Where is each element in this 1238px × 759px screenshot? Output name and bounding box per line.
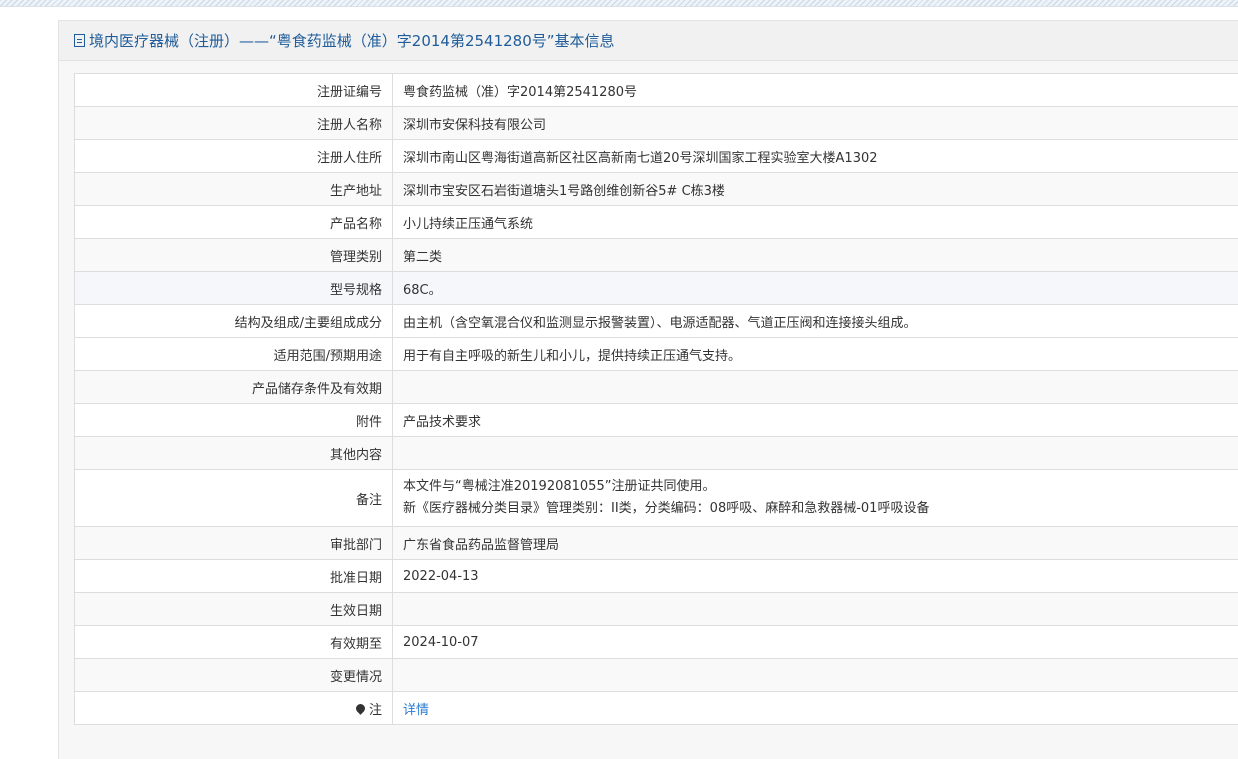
page-title: 境内医疗器械（注册）——“粤食药监械（准）字2014第2541280号”基本信息	[89, 32, 615, 50]
row-value: 产品技术要求	[392, 403, 1238, 437]
row-value	[392, 658, 1238, 692]
row-label: 审批部门	[74, 526, 393, 560]
row-label: 注册人名称	[74, 106, 393, 140]
table-row: 附件 产品技术要求	[74, 403, 1238, 437]
row-value: 深圳市宝安区石岩街道塘头1号路创维创新谷5# C栋3楼	[392, 172, 1238, 206]
row-value: 2022-04-13	[392, 559, 1238, 593]
info-table: 注册证编号 粤食药监械（准）字2014第2541280号 注册人名称 深圳市安保…	[74, 73, 1238, 725]
row-value: 广东省食品药品监督管理局	[392, 526, 1238, 560]
row-value: 用于有自主呼吸的新生儿和小儿，提供持续正压通气支持。	[392, 337, 1238, 371]
row-value	[392, 370, 1238, 404]
table-row: 备注 本文件与“粤械注准20192081055”注册证共同使用。 新《医疗器械分…	[74, 469, 1238, 527]
row-label: 产品储存条件及有效期	[74, 370, 393, 404]
row-value: 详情	[392, 691, 1238, 725]
row-label: 注册人住所	[74, 139, 393, 173]
row-label: 注册证编号	[74, 73, 393, 107]
table-row: 生效日期	[74, 592, 1238, 626]
row-value: 粤食药监械（准）字2014第2541280号	[392, 73, 1238, 107]
table-row: 有效期至 2024-10-07	[74, 625, 1238, 659]
row-label: 注	[74, 691, 393, 725]
row-label: 管理类别	[74, 238, 393, 272]
row-value	[392, 592, 1238, 626]
row-label: 变更情况	[74, 658, 393, 692]
row-value: 小儿持续正压通气系统	[392, 205, 1238, 239]
table-row: 管理类别 第二类	[74, 238, 1238, 272]
table-row: 型号规格 68C。	[74, 271, 1238, 305]
remark-line-1: 本文件与“粤械注准20192081055”注册证共同使用。	[403, 479, 716, 494]
row-value: 由主机（含空氧混合仪和监测显示报警装置）、电源适配器、气道正压阀和连接接头组成。	[392, 304, 1238, 338]
table-row: 结构及组成/主要组成成分 由主机（含空氧混合仪和监测显示报警装置）、电源适配器、…	[74, 304, 1238, 338]
table-row: 产品名称 小儿持续正压通气系统	[74, 205, 1238, 239]
table-row: 批准日期 2022-04-13	[74, 559, 1238, 593]
table-row: 审批部门 广东省食品药品监督管理局	[74, 526, 1238, 560]
top-decorative-strip	[0, 0, 1238, 7]
table-row: 其他内容	[74, 436, 1238, 470]
info-panel: 境内医疗器械（注册）——“粤食药监械（准）字2014第2541280号”基本信息…	[58, 20, 1238, 759]
table-row: 适用范围/预期用途 用于有自主呼吸的新生儿和小儿，提供持续正压通气支持。	[74, 337, 1238, 371]
row-label: 型号规格	[74, 271, 393, 305]
row-label: 批准日期	[74, 559, 393, 593]
row-value: 2024-10-07	[392, 625, 1238, 659]
pin-icon	[354, 701, 367, 715]
row-label: 有效期至	[74, 625, 393, 659]
table-row: 变更情况	[74, 658, 1238, 692]
remark-line-2: 新《医疗器械分类目录》管理类别：II类，分类编码：08呼吸、麻醉和急救器械-01…	[403, 501, 930, 516]
row-value	[392, 436, 1238, 470]
table-row: 生产地址 深圳市宝安区石岩街道塘头1号路创维创新谷5# C栋3楼	[74, 172, 1238, 206]
row-value: 深圳市安保科技有限公司	[392, 106, 1238, 140]
document-icon	[74, 34, 85, 47]
row-label: 附件	[74, 403, 393, 437]
row-label: 生效日期	[74, 592, 393, 626]
row-value: 深圳市南山区粤海街道高新区社区高新南七道20号深圳国家工程实验室大楼A1302	[392, 139, 1238, 173]
table-row: 注册证编号 粤食药监械（准）字2014第2541280号	[74, 73, 1238, 107]
row-value: 68C。	[392, 271, 1238, 305]
panel-header: 境内医疗器械（注册）——“粤食药监械（准）字2014第2541280号”基本信息	[59, 21, 1238, 61]
info-table-container: 注册证编号 粤食药监械（准）字2014第2541280号 注册人名称 深圳市安保…	[74, 73, 1238, 725]
details-link[interactable]: 详情	[403, 703, 429, 718]
row-label: 产品名称	[74, 205, 393, 239]
table-row: 注册人名称 深圳市安保科技有限公司	[74, 106, 1238, 140]
row-label: 其他内容	[74, 436, 393, 470]
table-row: 产品储存条件及有效期	[74, 370, 1238, 404]
row-label: 生产地址	[74, 172, 393, 206]
note-label: 注	[368, 702, 382, 718]
table-row: 注 详情	[74, 691, 1238, 725]
row-label: 备注	[74, 469, 393, 527]
row-label: 结构及组成/主要组成成分	[74, 304, 393, 338]
row-label: 适用范围/预期用途	[74, 337, 393, 371]
table-row: 注册人住所 深圳市南山区粤海街道高新区社区高新南七道20号深圳国家工程实验室大楼…	[74, 139, 1238, 173]
row-value: 第二类	[392, 238, 1238, 272]
row-value: 本文件与“粤械注准20192081055”注册证共同使用。 新《医疗器械分类目录…	[392, 469, 1238, 527]
